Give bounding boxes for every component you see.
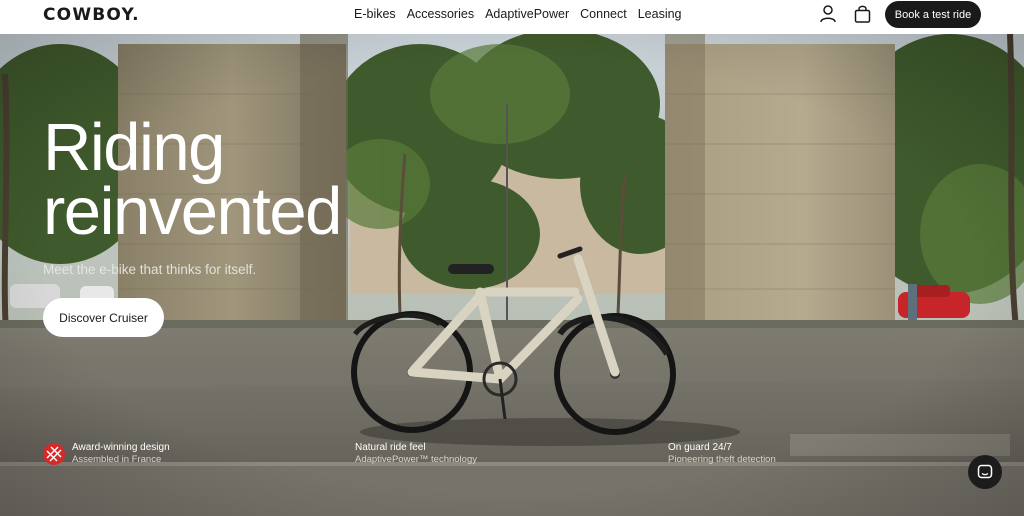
chat-icon (977, 464, 993, 479)
nav-leasing[interactable]: Leasing (638, 7, 682, 21)
main-nav: E-bikes Accessories AdaptivePower Connec… (354, 7, 693, 21)
feature-ride-feel-title: Natural ride feel (355, 442, 426, 453)
user-icon[interactable] (820, 5, 836, 23)
feature-theft-subtitle: Pioneering theft detection (668, 454, 776, 465)
nav-accessories[interactable]: Accessories (407, 7, 474, 21)
nav-connect[interactable]: Connect (580, 7, 627, 21)
discover-cruiser-button[interactable]: Discover Cruiser (43, 298, 164, 337)
feature-award-subtitle: Assembled in France (72, 454, 162, 465)
feature-theft-title: On guard 24/7 (668, 442, 732, 453)
site-header: COWBOY. E-bikes Accessories AdaptivePowe… (0, 0, 1024, 34)
nav-ebikes[interactable]: E-bikes (354, 7, 396, 21)
hero-headline: Riding reinvented (43, 110, 342, 249)
bag-icon[interactable] (854, 5, 871, 23)
award-badge-icon (43, 443, 65, 465)
chat-button[interactable] (968, 455, 1002, 489)
book-test-ride-button[interactable]: Book a test ride (885, 1, 981, 28)
feature-award: Award-winning design Assembled in France (72, 442, 170, 466)
feature-ride-feel-subtitle: AdaptivePower™ technology (355, 454, 477, 465)
hero-headline-line-2: reinvented (43, 174, 342, 249)
feature-theft: On guard 24/7 Pioneering theft detection (668, 442, 776, 466)
feature-award-title: Award-winning design (72, 442, 170, 453)
cowboy-logo[interactable]: COWBOY. (43, 5, 140, 25)
nav-adaptivepower[interactable]: AdaptivePower (485, 7, 569, 21)
feature-ride-feel: Natural ride feel AdaptivePower™ technol… (355, 442, 477, 466)
hero-headline-line-1: Riding (43, 110, 225, 185)
hero-subline: Meet the e-bike that thinks for itself. (43, 262, 257, 277)
